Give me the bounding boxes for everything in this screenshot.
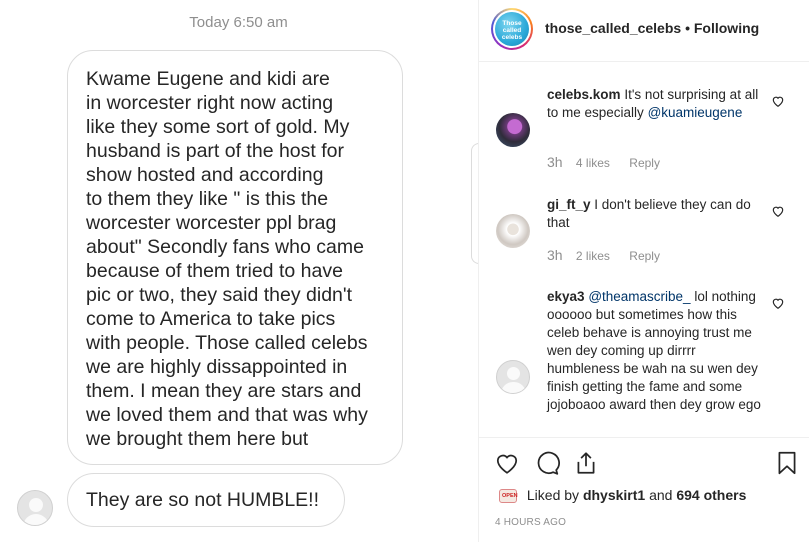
chat-timestamp: Today 6:50 am <box>189 14 288 31</box>
liker-avatar[interactable]: OPEN <box>499 489 518 504</box>
comment-age: 3h <box>547 154 563 170</box>
profile-image-text: Those called celebs <box>495 12 529 46</box>
comment-body: celebs.kom It's not surprising at all to… <box>547 86 767 122</box>
comment-mention[interactable]: @theamascribe_ <box>588 289 690 304</box>
comment-meta: 3h 4 likes Reply <box>547 154 660 170</box>
comment-likes[interactable]: 4 likes <box>576 156 610 170</box>
commenter-avatar[interactable] <box>496 214 530 248</box>
comment-likes[interactable]: 2 likes <box>576 249 610 263</box>
post-actions: OPEN Liked by dhyskirt1 and 694 others 4… <box>479 437 809 542</box>
chat-screenshot: Today 6:50 am Kwame Eugene and kidi are … <box>0 0 479 542</box>
liked-by-and: and <box>649 487 673 503</box>
comment-age: 3h <box>547 247 563 263</box>
reply-button[interactable]: Reply <box>629 156 660 170</box>
comment-mention[interactable]: @kuamieugene <box>648 105 743 120</box>
liked-by-user[interactable]: dhyskirt1 <box>583 487 645 503</box>
profile-avatar[interactable]: Those called celebs <box>491 8 533 50</box>
comment-meta: 3h 2 likes Reply <box>547 247 660 263</box>
liker-avatar-text: OPEN <box>502 493 518 500</box>
comment-username[interactable]: ekya3 <box>547 289 585 304</box>
comment-username[interactable]: gi_ft_y <box>547 197 591 212</box>
comment-heart-icon[interactable] <box>771 296 785 310</box>
comments-list: celebs.kom It's not surprising at all to… <box>479 63 809 437</box>
message-bubble-main: Kwame Eugene and kidi are in worcester r… <box>67 50 403 465</box>
share-icon[interactable] <box>573 450 599 476</box>
header-separator: • <box>685 20 690 36</box>
comment-text: lol nothing oooooo but sometimes how thi… <box>547 289 761 412</box>
reply-button[interactable]: Reply <box>629 249 660 263</box>
message-bubble-small: They are so not HUMBLE!! <box>67 473 345 527</box>
comment-body: ekya3 @theamascribe_ lol nothing oooooo … <box>547 288 767 414</box>
post-sidebar: Those called celebs those_called_celebs … <box>478 0 809 542</box>
sender-avatar <box>17 490 53 526</box>
commenter-avatar[interactable] <box>496 360 530 394</box>
comment-heart-icon[interactable] <box>771 204 785 218</box>
comment-heart-icon[interactable] <box>771 94 785 108</box>
comment-body: gi_ft_y I don't believe they can do that <box>547 196 767 232</box>
header-text: those_called_celebs • Following <box>545 20 759 36</box>
commenter-avatar[interactable] <box>496 113 530 147</box>
bookmark-icon[interactable] <box>774 450 800 476</box>
comment-username[interactable]: celebs.kom <box>547 87 621 102</box>
liked-by-prefix: Liked by <box>526 487 580 503</box>
post-header: Those called celebs those_called_celebs … <box>479 0 809 62</box>
post-age[interactable]: 4 HOURS AGO <box>495 517 566 528</box>
comment-bubble-icon[interactable] <box>534 450 560 476</box>
liked-by-row: OPEN Liked by dhyskirt1 and 694 others <box>499 487 746 504</box>
likes-count-button[interactable]: 694 others <box>676 487 746 503</box>
like-heart-icon[interactable] <box>494 450 520 476</box>
following-button[interactable]: Following <box>694 20 759 36</box>
post-username[interactable]: those_called_celebs <box>545 20 681 36</box>
